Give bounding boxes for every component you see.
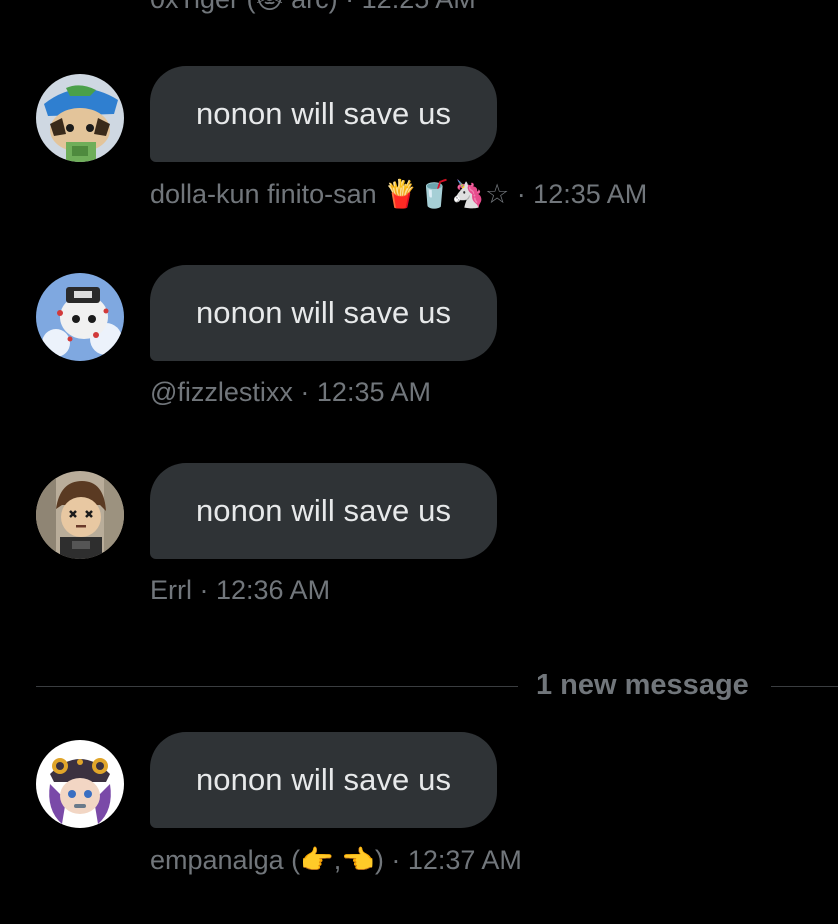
message-row: nonon will save us @fizzlestixx · 12:35 …: [0, 265, 838, 425]
message-bubble[interactable]: nonon will save us: [150, 66, 497, 162]
previous-message-meta: 0xTiger (🐱 arc) · 12:25 AM: [150, 0, 476, 15]
divider-line-left: [36, 686, 518, 687]
message-row: nonon will save us dolla-kun finito-san …: [0, 66, 838, 226]
avatar-image: [36, 273, 124, 361]
avatar[interactable]: [36, 74, 124, 162]
avatar-image: [36, 74, 124, 162]
message-meta: empanalga (👉,👈) · 12:37 AM: [150, 845, 522, 875]
message-bubble[interactable]: nonon will save us: [150, 732, 497, 828]
avatar-image: [36, 740, 124, 828]
avatar[interactable]: [36, 273, 124, 361]
new-messages-divider: 1 new message: [36, 665, 838, 709]
divider-line-right: [771, 686, 838, 687]
message-row: nonon will save us empanalga (👉,👈) · 12:…: [0, 732, 838, 892]
message-meta: @fizzlestixx · 12:35 AM: [150, 377, 431, 407]
avatar[interactable]: [36, 740, 124, 828]
message-thread: 0xTiger (🐱 arc) · 12:25 AM nonon will sa…: [0, 0, 838, 924]
new-messages-label: 1 new message: [536, 669, 749, 701]
avatar[interactable]: [36, 471, 124, 559]
message-bubble[interactable]: nonon will save us: [150, 463, 497, 559]
message-row: nonon will save us Errl · 12:36 AM: [0, 463, 838, 623]
message-meta: Errl · 12:36 AM: [150, 575, 331, 605]
avatar-image: [36, 471, 124, 559]
message-bubble[interactable]: nonon will save us: [150, 265, 497, 361]
message-meta: dolla-kun finito-san 🍟🥤🦄☆ · 12:35 AM: [150, 179, 648, 209]
